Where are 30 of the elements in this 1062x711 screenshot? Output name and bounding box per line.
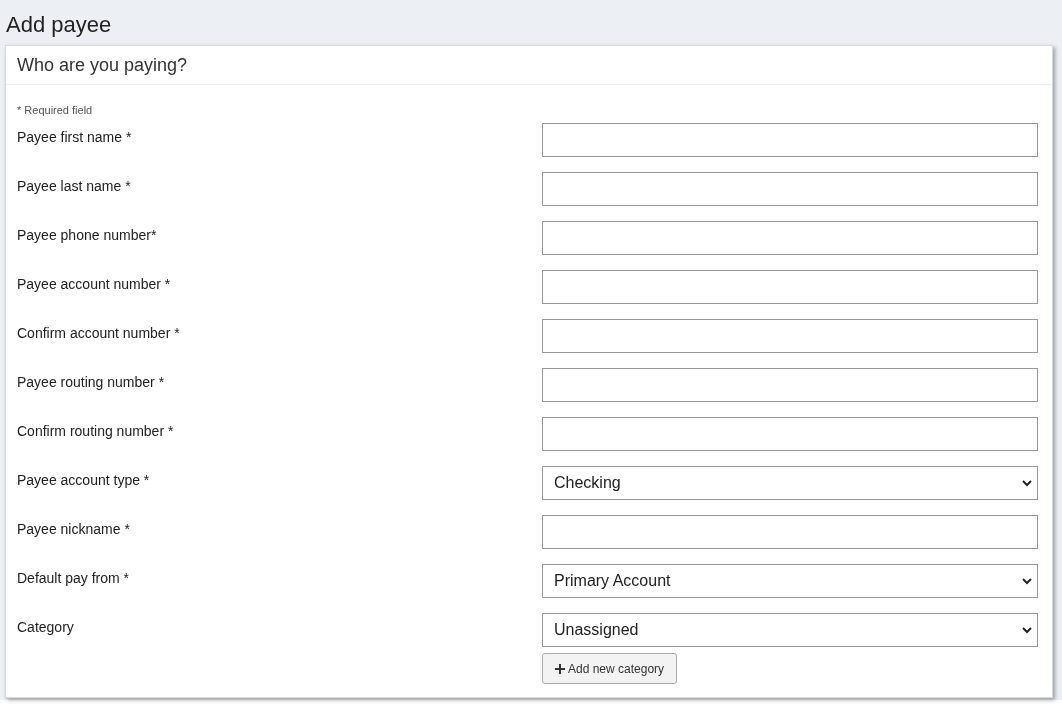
input-field[interactable]: [542, 172, 1038, 206]
field-label: Payee routing number *: [17, 374, 165, 390]
add-category-button[interactable]: Add new category: [542, 653, 678, 684]
input-field[interactable]: [542, 319, 1038, 353]
input-field[interactable]: [542, 221, 1038, 255]
chevron-down-icon: [1022, 479, 1032, 487]
input-field[interactable]: [542, 123, 1038, 157]
field-label: Category: [17, 619, 74, 635]
chevron-down-icon: [1022, 626, 1032, 634]
dropdown[interactable]: Unassigned: [542, 613, 1038, 647]
input-field[interactable]: [542, 515, 1038, 549]
field-label: Default pay from *: [17, 570, 130, 586]
plus-icon: [555, 663, 565, 674]
field-label: Payee account type *: [17, 472, 150, 488]
field-label: Payee first name *: [17, 129, 132, 145]
field-label: Confirm routing number *: [17, 423, 174, 439]
field-label: Payee last name *: [17, 178, 131, 194]
field-label: Confirm account number *: [17, 325, 180, 341]
input-field[interactable]: [542, 368, 1038, 402]
input-field[interactable]: [542, 270, 1038, 304]
input-field[interactable]: [542, 417, 1038, 451]
card-title: Who are you paying?: [17, 53, 188, 77]
field-label: Payee nickname *: [17, 521, 130, 537]
dropdown[interactable]: Primary Account: [542, 564, 1038, 598]
required-note: * Required field: [17, 102, 93, 118]
chevron-down-icon: [1022, 577, 1032, 585]
page-title: Add payee: [6, 10, 112, 39]
dropdown[interactable]: Checking: [542, 466, 1038, 500]
field-label: Payee account number *: [17, 276, 171, 292]
field-label: Payee phone number*: [17, 227, 157, 243]
